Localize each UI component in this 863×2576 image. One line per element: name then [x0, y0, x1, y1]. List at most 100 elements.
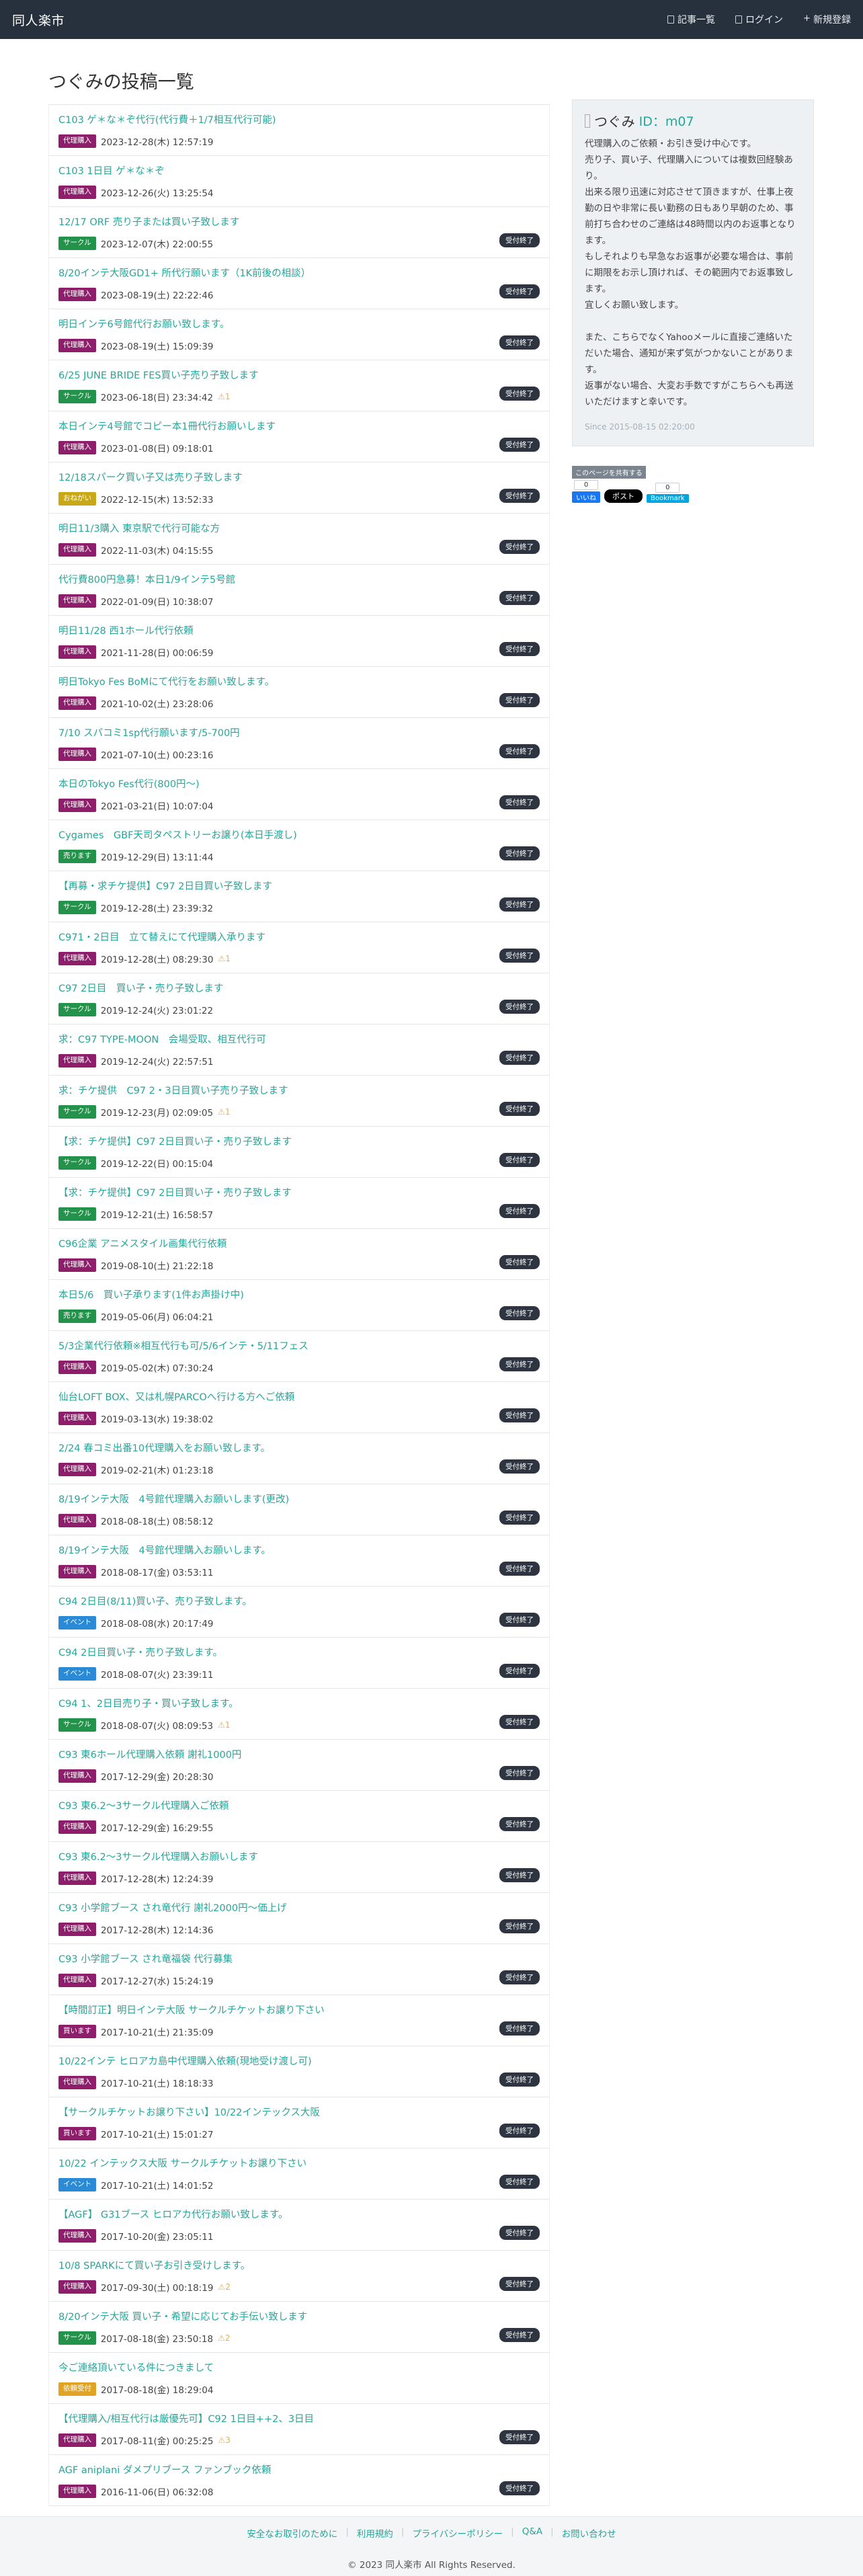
status-badge: 受付終了 [499, 1153, 540, 1167]
post-title-link[interactable]: 7/10 スパコミ1sp代行願います/5-700円 [58, 725, 529, 739]
post-title-link[interactable]: Cygames GBF天司タペストリーお譲り(本日手渡し) [58, 828, 529, 842]
top-navbar: 同人楽市 記事一覧 ログイン 新規登録 [0, 0, 863, 39]
hatena-share[interactable]: 0 Bookmark [647, 483, 689, 503]
plus-icon [803, 13, 811, 24]
profile-card: つぐみ ID：m07 代理購入のご依頼・お引き受け中心です。 売り子、買い子、代… [572, 99, 814, 446]
post-title-link[interactable]: 【求：チケ提供】C97 2日目買い子・売り子致します [58, 1134, 529, 1148]
post-date: 2019-02-21(木) 01:23:18 [101, 1465, 214, 1476]
post-date: 2019-08-10(土) 21:22:18 [101, 1261, 214, 1272]
status-badge: 受付終了 [499, 233, 540, 247]
footer-link[interactable]: Q&A [522, 2526, 542, 2540]
post-title-link[interactable]: C94 1、2日目売り子・買い子致します。 [58, 1696, 529, 1710]
facebook-like-button[interactable]: いいね [572, 491, 600, 503]
post-title-link[interactable]: C103 ゲ＊な＊ぞ代行(代行費＋1/7相互代行可能) [58, 112, 529, 126]
post-list-item: C93 東6.2〜3サークル代理購入お願いします 代理購入 2017-12-28(木… [48, 1842, 550, 1893]
x-share[interactable]: ポスト [604, 489, 643, 503]
post-title-link[interactable]: C97 2日目 買い子・売り子致します [58, 981, 529, 995]
post-title-link[interactable]: 本日のTokyo Fes代行(800円〜) [58, 776, 529, 791]
x-post-button[interactable]: ポスト [604, 489, 643, 503]
post-meta: 代理購入 2017-12-28(木) 12:14:36 [58, 1923, 540, 1936]
post-title-link[interactable]: 本日5/6 買い子承ります(1件お声掛け中) [58, 1287, 529, 1301]
footer-link[interactable]: 安全なお取引のために [247, 2526, 337, 2540]
category-badge: 売ります [58, 850, 96, 863]
post-title-link[interactable]: 明日11/28 西1ホール代行依頼 [58, 623, 529, 637]
post-date: 2017-08-18(金) 18:29:04 [101, 2385, 214, 2396]
post-meta: 代理購入 2017-08-11(金) 00:25:25 ⚠3 [58, 2433, 540, 2447]
post-title-link[interactable]: 明日インテ6号館代行お願い致します。 [58, 317, 529, 331]
footer-link[interactable]: 利用規約 [357, 2526, 393, 2540]
nav-signup-link[interactable]: 新規登録 [803, 13, 851, 26]
facebook-share[interactable]: 0 いいね [572, 480, 600, 503]
post-title-link[interactable]: C93 東6.2〜3サークル代理購入お願いします [58, 1849, 529, 1863]
post-title-link[interactable]: 【時間訂正】明日インテ大阪 サークルチケットお譲り下さい [58, 2003, 529, 2017]
post-title-link[interactable]: 求：C97 TYPE-MOON 会場受取、相互代行可 [58, 1032, 529, 1046]
nav-links: 記事一覧 ログイン 新規登録 [667, 13, 851, 26]
post-title-link[interactable]: C93 小学館ブース され竜福袋 代行募集 [58, 1951, 529, 1966]
status-badge: 受付終了 [499, 2481, 540, 2495]
post-date: 2017-12-29(金) 20:28:30 [101, 1772, 214, 1783]
post-title-link[interactable]: 8/20インテ大阪 買い子・希望に応じてお手伝い致します [58, 2309, 529, 2323]
post-title-link[interactable]: 【サークルチケットお譲り下さい】10/22インテックス大阪 [58, 2105, 529, 2119]
post-title-link[interactable]: 【AGF】 G31ブース ヒロアカ代行お願い致します。 [58, 2207, 529, 2221]
nav-login-link[interactable]: ログイン [735, 13, 783, 26]
category-badge: 代理購入 [58, 696, 96, 710]
post-title-link[interactable]: 【求：チケ提供】C97 2日目買い子・売り子致します [58, 1185, 529, 1199]
post-title-link[interactable]: 求：チケ提供 C97 2・3日目買い子売り子致します [58, 1083, 529, 1097]
post-meta: イベント 2017-10-21(土) 14:01:52 [58, 2178, 540, 2191]
post-title-link[interactable]: 10/22インテ ヒロアカ島中代理購入依頼(現地受け渡し可) [58, 2054, 529, 2068]
post-title-link[interactable]: 2/24 春コミ出番10代理購入をお願い致します。 [58, 1441, 529, 1455]
comment-count: ⚠3 [218, 2436, 231, 2445]
category-badge: 代理購入 [58, 2280, 96, 2294]
post-list-item: 明日11/3購入 東京駅で代行可能な方 代理購入 2022-11-03(木) 04:… [48, 514, 550, 565]
post-meta: 代理購入 2019-12-28(土) 08:29:30 ⚠1 [58, 952, 540, 965]
post-title-link[interactable]: 8/20インテ大阪GD1+ 所代行願います（1K前後の相談） [58, 266, 529, 280]
post-title-link[interactable]: C103 1日目 ゲ＊な＊ぞ [58, 163, 529, 177]
post-list-item: 明日11/28 西1ホール代行依頼 代理購入 2021-11-28(日) 00:06… [48, 616, 550, 667]
post-title-link[interactable]: C94 2日目買い子・売り子致します。 [58, 1645, 529, 1659]
post-date: 2016-11-06(日) 06:32:08 [101, 2487, 214, 2498]
post-title-link[interactable]: 明日11/3購入 東京駅で代行可能な方 [58, 521, 529, 535]
post-title-link[interactable]: 10/22 インテックス大阪 サークルチケットお譲り下さい [58, 2156, 529, 2170]
hatena-bookmark-button[interactable]: Bookmark [647, 494, 689, 503]
post-date: 2021-11-28(日) 00:06:59 [101, 648, 214, 659]
post-date: 2018-08-07(火) 08:09:53 [100, 1721, 214, 1732]
post-title-link[interactable]: C93 東6ホール代理購入依頼 謝礼1000円 [58, 1747, 529, 1761]
category-badge: イベント [58, 1667, 96, 1681]
status-badge: 受付終了 [499, 1000, 540, 1014]
post-title-link[interactable]: C93 小学館ブース され竜代行 謝礼2000円〜価上げ [58, 1900, 529, 1915]
post-title-link[interactable]: 本日インテ4号館でコピー本1冊代行お願いします [58, 419, 529, 433]
post-title-link[interactable]: C96企業 アニメスタイル画集代行依頼 [58, 1236, 529, 1250]
post-title-link[interactable]: C971・2日目 立て替えにて代理購入承ります [58, 930, 529, 944]
post-title-link[interactable]: 5/3企業代行依頼※相互代行も可/5/6インテ・5/11フェス [58, 1338, 529, 1353]
post-meta: サークル 2019-12-24(火) 23:01:22 [58, 1003, 540, 1016]
post-list-item: 8/20インテ大阪 買い子・希望に応じてお手伝い致します サークル 2017-08-… [48, 2302, 550, 2353]
footer-separator: | [401, 2526, 405, 2537]
category-badge: 代理購入 [58, 186, 96, 199]
post-title-link[interactable]: 明日Tokyo Fes BoMにて代行をお願い致します。 [58, 674, 529, 688]
post-title-link[interactable]: 10/8 SPARKにて買い子お引き受けします。 [58, 2258, 529, 2272]
post-title-link[interactable]: AGF aniplani ダメプリブース ファンブック依頼 [58, 2462, 529, 2477]
post-title-link[interactable]: 8/19インテ大阪 4号館代理購入お願いします(更改) [58, 1492, 529, 1506]
share-widget: このページを共有する 0 いいね ポスト 0 Bookmark [572, 466, 689, 503]
post-meta: 売ります 2019-12-29(日) 13:11:44 [58, 850, 540, 863]
post-title-link[interactable]: 代行費800円急募！本日1/9インテ5号館 [58, 572, 529, 586]
status-badge: 受付終了 [499, 2175, 540, 2189]
post-title-link[interactable]: 12/18スパーク買い子又は売り子致します [58, 470, 529, 484]
nav-articles-link[interactable]: 記事一覧 [667, 13, 715, 26]
post-title-link[interactable]: 【代理購入/相互代行は厳優先可】C92 1日目++2、3日目 [58, 2411, 529, 2425]
post-title-link[interactable]: C94 2日目(8/11)買い子、売り子致します。 [58, 1594, 529, 1608]
post-title-link[interactable]: 12/17 ORF 売り子または買い子致します [58, 214, 529, 229]
footer-link[interactable]: プライバシーポリシー [412, 2526, 503, 2540]
status-badge: 受付終了 [499, 1970, 540, 1984]
post-list-item: 【代理購入/相互代行は厳優先可】C92 1日目++2、3日目 代理購入 2017-0… [48, 2404, 550, 2455]
comment-count: ⚠1 [218, 1107, 231, 1117]
post-title-link[interactable]: 【再募・求チケ提供】C97 2日目買い子致します [58, 879, 529, 893]
footer-link[interactable]: お問い合わせ [562, 2526, 616, 2540]
post-title-link[interactable]: 8/19インテ大阪 4号館代理購入お願いします。 [58, 1543, 529, 1557]
site-brand[interactable]: 同人楽市 [12, 11, 65, 29]
post-title-link[interactable]: 6/25 JUNE BRIDE FES買い子売り子致します [58, 368, 529, 382]
post-title-link[interactable]: 仙台LOFT BOX、又は札幌PARCOへ行ける方へご依頼 [58, 1390, 529, 1404]
post-title-link[interactable]: 今ご連絡頂いている件につきまして [58, 2360, 529, 2374]
post-title-link[interactable]: C93 東6.2〜3サークル代理購入ご依頼 [58, 1798, 529, 1812]
post-list-item: C94 2日目(8/11)買い子、売り子致します。 イベント 2018-08-08(… [48, 1586, 550, 1638]
